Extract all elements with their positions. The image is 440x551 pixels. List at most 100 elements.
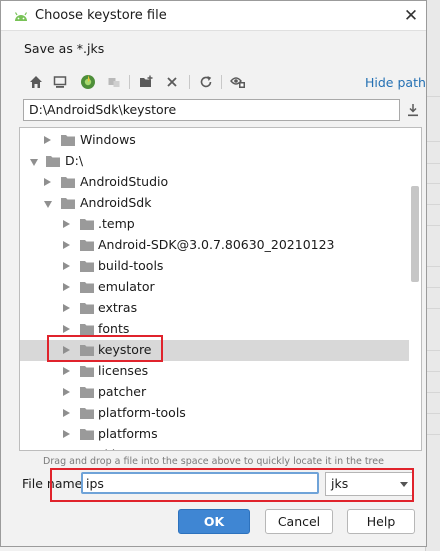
folder-icon <box>80 449 94 451</box>
title-bar: Choose keystore file ✕ <box>1 1 426 31</box>
tree-item[interactable]: build-tools <box>20 256 409 277</box>
path-field[interactable]: D:\AndroidSdk\keystore <box>23 99 400 121</box>
folder-icon <box>80 219 94 230</box>
tree-item[interactable]: licenses <box>20 361 409 382</box>
tree-scrollbar[interactable] <box>409 128 421 450</box>
tree-item[interactable]: fonts <box>20 319 409 340</box>
tree-item[interactable]: platform-tools <box>20 403 409 424</box>
tree-item-label: keystore <box>98 342 152 357</box>
background-strip-right <box>425 0 440 551</box>
folder-icon <box>80 429 94 440</box>
refresh-icon <box>200 76 212 88</box>
scrollbar-thumb[interactable] <box>411 186 419 282</box>
hide-path-link[interactable]: Hide path <box>365 75 426 90</box>
home-icon <box>30 76 42 88</box>
tree-item-label: Android-SDK@3.0.7.80630_20210123 <box>98 237 335 252</box>
delete-icon <box>167 77 177 87</box>
tree-item-label: .temp <box>98 216 135 231</box>
chevron-down-icon[interactable] <box>44 201 52 208</box>
refresh-button[interactable] <box>195 70 217 94</box>
tree-item-label: AndroidSdk <box>80 195 152 210</box>
show-hidden-button[interactable] <box>227 70 249 94</box>
tree-item-label: build-tools <box>98 258 164 273</box>
new-folder-icon <box>139 75 152 87</box>
tree-item-label: extras <box>98 300 138 315</box>
dialog-description: Save as *.jks <box>24 41 105 56</box>
module-icon <box>108 78 120 87</box>
folder-icon <box>80 387 94 398</box>
chevron-right-icon[interactable] <box>63 220 70 228</box>
tree-item[interactable]: patcher <box>20 382 409 403</box>
tree-item[interactable]: platforms <box>20 424 409 445</box>
file-chooser-toolbar: Hide path <box>23 70 427 94</box>
delete-button[interactable] <box>161 70 183 94</box>
tree-item[interactable]: keystore <box>20 340 409 361</box>
tree-item[interactable]: emulator <box>20 277 409 298</box>
chevron-right-icon[interactable] <box>63 241 70 249</box>
tree-item-label: skin-parser <box>98 447 168 450</box>
module-button[interactable] <box>103 70 125 94</box>
chevron-right-icon[interactable] <box>63 388 70 396</box>
file-name-label: File name: <box>22 476 87 491</box>
chevron-down-icon <box>400 482 408 487</box>
chevron-right-icon[interactable] <box>44 178 51 186</box>
home-button[interactable] <box>25 70 47 94</box>
android-icon <box>14 12 28 21</box>
tree-item-label: platforms <box>98 426 158 441</box>
folder-icon <box>61 198 75 209</box>
cancel-button[interactable]: Cancel <box>265 509 333 534</box>
folder-icon <box>80 408 94 419</box>
file-type-value: jks <box>331 476 349 491</box>
file-type-select[interactable]: jks <box>325 472 414 496</box>
tree-item[interactable]: Windows <box>20 130 409 151</box>
tree-item-label: platform-tools <box>98 405 186 420</box>
show-hidden-icon <box>230 77 245 88</box>
chevron-right-icon[interactable] <box>44 136 51 144</box>
tree-item[interactable]: .temp <box>20 214 409 235</box>
folder-icon <box>61 177 75 188</box>
folder-icon <box>80 303 94 314</box>
file-tree[interactable]: Windows D:\ AndroidStudio AndroidSdk .temp An… <box>19 127 422 451</box>
folder-icon <box>80 345 94 356</box>
folder-icon <box>46 156 60 167</box>
chevron-right-icon[interactable] <box>63 430 70 438</box>
tree-item[interactable]: AndroidSdk <box>20 193 409 214</box>
desktop-icon <box>53 76 67 88</box>
chevron-right-icon[interactable] <box>63 283 70 291</box>
chevron-right-icon[interactable] <box>63 346 70 354</box>
tree-item-label: Windows <box>80 132 136 147</box>
help-button[interactable]: Help <box>347 509 415 534</box>
new-folder-button[interactable] <box>135 70 157 94</box>
download-icon <box>408 104 418 117</box>
folder-icon <box>80 240 94 251</box>
download-path-button[interactable] <box>403 100 423 120</box>
chevron-right-icon[interactable] <box>63 262 70 270</box>
tree-item-label: licenses <box>98 363 149 378</box>
chevron-right-icon[interactable] <box>63 325 70 333</box>
close-button[interactable]: ✕ <box>399 4 423 28</box>
ok-button[interactable]: OK <box>178 509 250 534</box>
folder-icon <box>61 135 75 146</box>
chevron-right-icon[interactable] <box>63 367 70 375</box>
close-icon: ✕ <box>403 6 419 26</box>
choose-keystore-dialog: Choose keystore file ✕ Save as *.jks Hid… <box>0 0 427 547</box>
desktop-button[interactable] <box>49 70 71 94</box>
chevron-down-icon[interactable] <box>30 159 38 166</box>
tree-item[interactable]: extras <box>20 298 409 319</box>
folder-icon <box>80 282 94 293</box>
chevron-right-icon[interactable] <box>63 409 70 417</box>
chevron-right-icon[interactable] <box>63 304 70 312</box>
tree-item-label: AndroidStudio <box>80 174 169 189</box>
dialog-title: Choose keystore file <box>35 8 167 23</box>
tree-item[interactable]: AndroidStudio <box>20 172 409 193</box>
tree-item-label: D:\ <box>65 153 84 168</box>
tree-item[interactable]: skin-parser <box>20 445 409 451</box>
folder-icon <box>80 261 94 272</box>
tree-item-label: emulator <box>98 279 155 294</box>
tree-item[interactable]: Android-SDK@3.0.7.80630_20210123 <box>20 235 409 256</box>
project-button[interactable] <box>77 70 99 94</box>
file-name-input[interactable] <box>81 472 319 494</box>
folder-icon <box>80 366 94 377</box>
tree-item[interactable]: D:\ <box>20 151 409 172</box>
tree-item-label: fonts <box>98 321 130 336</box>
